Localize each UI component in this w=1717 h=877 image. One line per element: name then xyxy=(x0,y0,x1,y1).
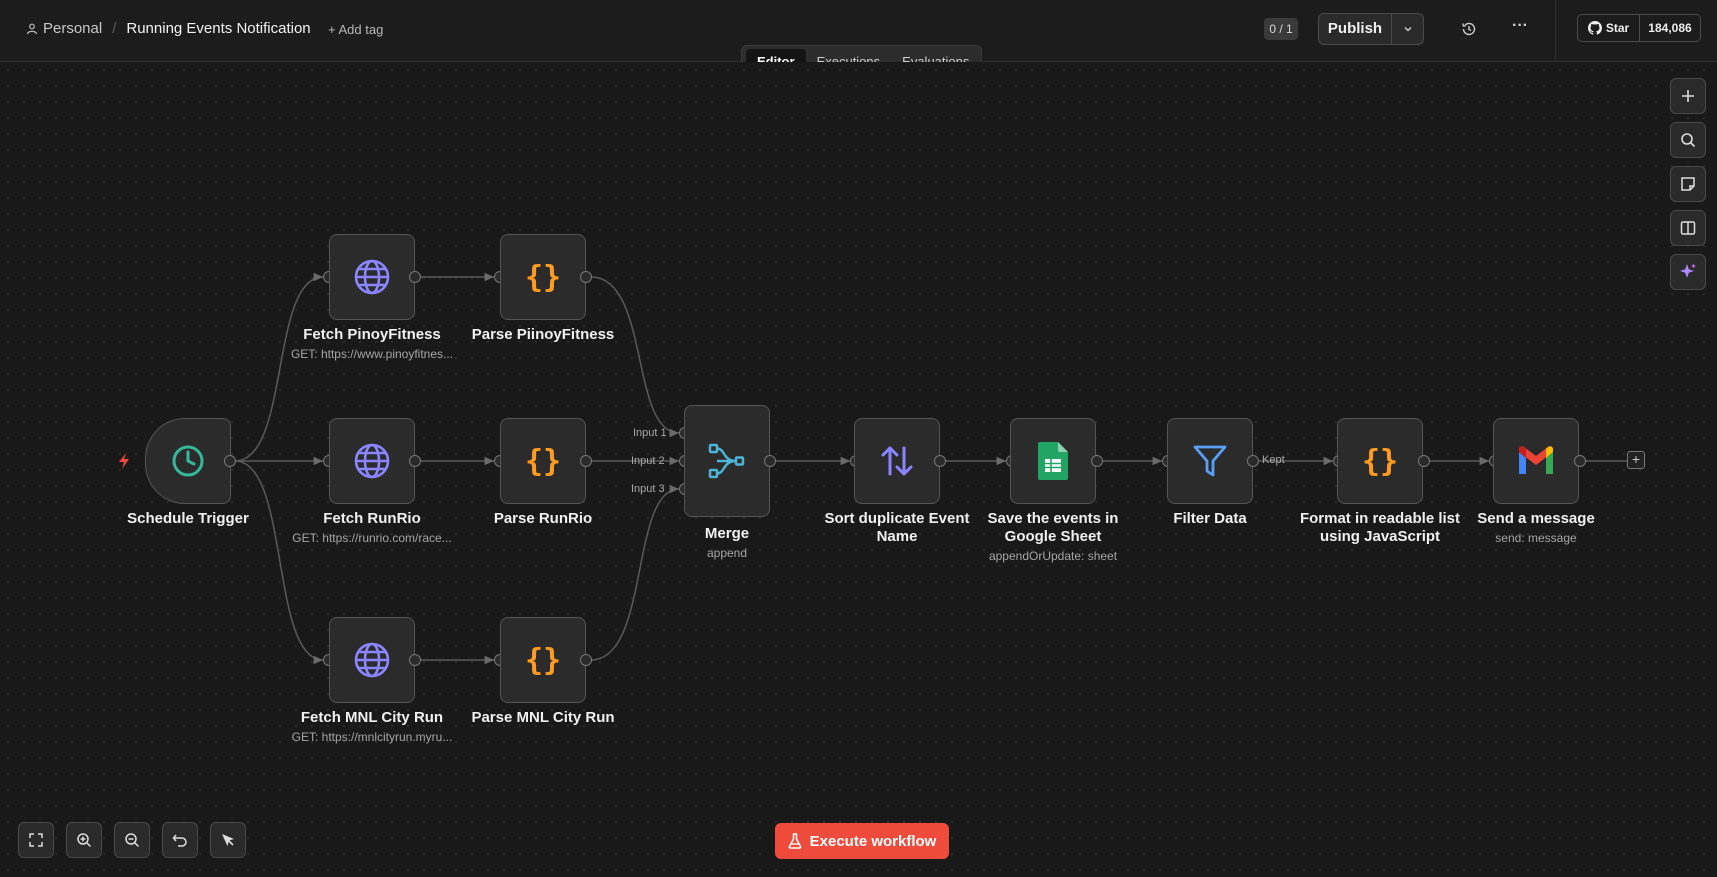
globe-icon xyxy=(354,443,390,479)
search-icon xyxy=(1681,133,1696,148)
undo-button[interactable] xyxy=(162,822,198,858)
svg-text:{}: {} xyxy=(1362,444,1398,479)
node-label: Schedule Trigger xyxy=(127,510,249,527)
node-label: Parse MNL City Run xyxy=(471,709,615,726)
node-fetch-mnl-city-run[interactable] xyxy=(329,617,415,703)
search-nodes-button[interactable] xyxy=(1670,122,1706,158)
output-handle[interactable] xyxy=(1418,455,1430,467)
output-handle[interactable] xyxy=(1574,455,1586,467)
node-parse-pinoyfitness[interactable]: {} xyxy=(500,234,586,320)
svg-text:{}: {} xyxy=(525,260,561,295)
execute-workflow-label: Execute workflow xyxy=(809,832,937,850)
wand-icon xyxy=(222,834,234,846)
braces-icon: {} xyxy=(525,643,561,678)
output-handle[interactable] xyxy=(764,455,776,467)
node-sort[interactable] xyxy=(854,418,940,504)
svg-text:{}: {} xyxy=(525,643,561,678)
node-label: Fetch PinoyFitness xyxy=(303,326,441,343)
node-label: Parse PiinoyFitness xyxy=(471,326,615,343)
output-handle[interactable] xyxy=(1091,455,1103,467)
output-handle[interactable] xyxy=(580,271,592,283)
merge-input-label: Input 1 xyxy=(633,427,667,439)
plus-icon xyxy=(1682,90,1694,102)
globe-icon xyxy=(354,259,390,295)
output-handle[interactable] xyxy=(409,271,421,283)
zoom-in-icon xyxy=(77,833,92,848)
node-schedule-trigger[interactable] xyxy=(145,418,231,504)
node-gmail[interactable] xyxy=(1493,418,1579,504)
output-handle[interactable] xyxy=(409,455,421,467)
node-subtitle: send: message xyxy=(1495,531,1577,545)
output-handle[interactable] xyxy=(580,455,592,467)
zoom-out-icon xyxy=(125,833,140,848)
merge-input-label: Input 3 xyxy=(631,483,665,495)
braces-icon: {} xyxy=(525,260,561,295)
google-sheets-icon xyxy=(1038,442,1068,480)
node-label: Fetch MNL City Run xyxy=(300,709,444,726)
node-label: Filter Data xyxy=(1173,510,1247,527)
node-parse-runrio[interactable]: {} xyxy=(500,418,586,504)
node-label: Fetch RunRio xyxy=(323,510,421,527)
tidy-up-button[interactable] xyxy=(210,822,246,858)
filter-icon xyxy=(1193,445,1227,477)
output-handle[interactable] xyxy=(580,654,592,666)
svg-text:{}: {} xyxy=(525,444,561,479)
node-filter[interactable] xyxy=(1167,418,1253,504)
globe-icon xyxy=(354,642,390,678)
add-node-button[interactable]: + xyxy=(1627,451,1645,469)
output-handle[interactable] xyxy=(224,455,236,467)
node-label: Merge xyxy=(704,525,750,542)
fit-view-button[interactable] xyxy=(18,822,54,858)
merge-input-label: Input 2 xyxy=(631,455,665,467)
node-merge[interactable] xyxy=(684,405,770,517)
node-subtitle: appendOrUpdate: sheet xyxy=(988,549,1118,563)
trigger-bolt-icon xyxy=(119,453,129,469)
branch-label-kept: Kept xyxy=(1262,454,1285,466)
undo-icon xyxy=(172,834,187,847)
output-handle[interactable] xyxy=(934,455,946,467)
fullscreen-icon xyxy=(29,833,43,847)
flask-icon xyxy=(788,833,802,849)
node-subtitle: GET: https://mnlcityrun.myru... xyxy=(291,730,453,744)
node-google-sheets[interactable] xyxy=(1010,418,1096,504)
sticky-note-button[interactable] xyxy=(1670,166,1706,202)
add-node-toolbar-button[interactable] xyxy=(1670,78,1706,114)
clock-icon xyxy=(172,445,204,477)
node-subtitle: GET: https://www.pinoyfitnes... xyxy=(290,347,454,361)
gmail-icon xyxy=(1519,446,1553,474)
toggle-panel-button[interactable] xyxy=(1670,210,1706,246)
node-label: Parse RunRio xyxy=(493,510,593,527)
ai-assistant-button[interactable] xyxy=(1670,254,1706,290)
merge-icon xyxy=(708,443,745,479)
node-fetch-pinoyfitness[interactable] xyxy=(329,234,415,320)
node-label: Format in readable list using JavaScript xyxy=(1299,510,1461,545)
execute-workflow-button[interactable]: Execute workflow xyxy=(775,823,949,859)
node-subtitle: GET: https://runrio.com/race... xyxy=(292,531,452,545)
zoom-out-button[interactable] xyxy=(114,822,150,858)
node-label: Save the events in Google Sheet xyxy=(987,510,1119,545)
sparkle-icon xyxy=(1680,263,1696,278)
zoom-in-button[interactable] xyxy=(66,822,102,858)
output-handle[interactable] xyxy=(1247,455,1259,467)
node-label: Send a message xyxy=(1477,510,1595,527)
node-parse-mnl-city-run[interactable]: {} xyxy=(500,617,586,703)
braces-icon: {} xyxy=(1362,444,1398,479)
node-label: Sort duplicate Event Name xyxy=(824,510,970,545)
node-fetch-runrio[interactable] xyxy=(329,418,415,504)
node-format-js[interactable]: {} xyxy=(1337,418,1423,504)
sticky-note-icon xyxy=(1681,177,1695,191)
node-subtitle: append xyxy=(706,546,748,560)
sort-arrows-icon xyxy=(881,446,913,476)
output-handle[interactable] xyxy=(409,654,421,666)
panel-icon xyxy=(1680,221,1696,235)
braces-icon: {} xyxy=(525,444,561,479)
